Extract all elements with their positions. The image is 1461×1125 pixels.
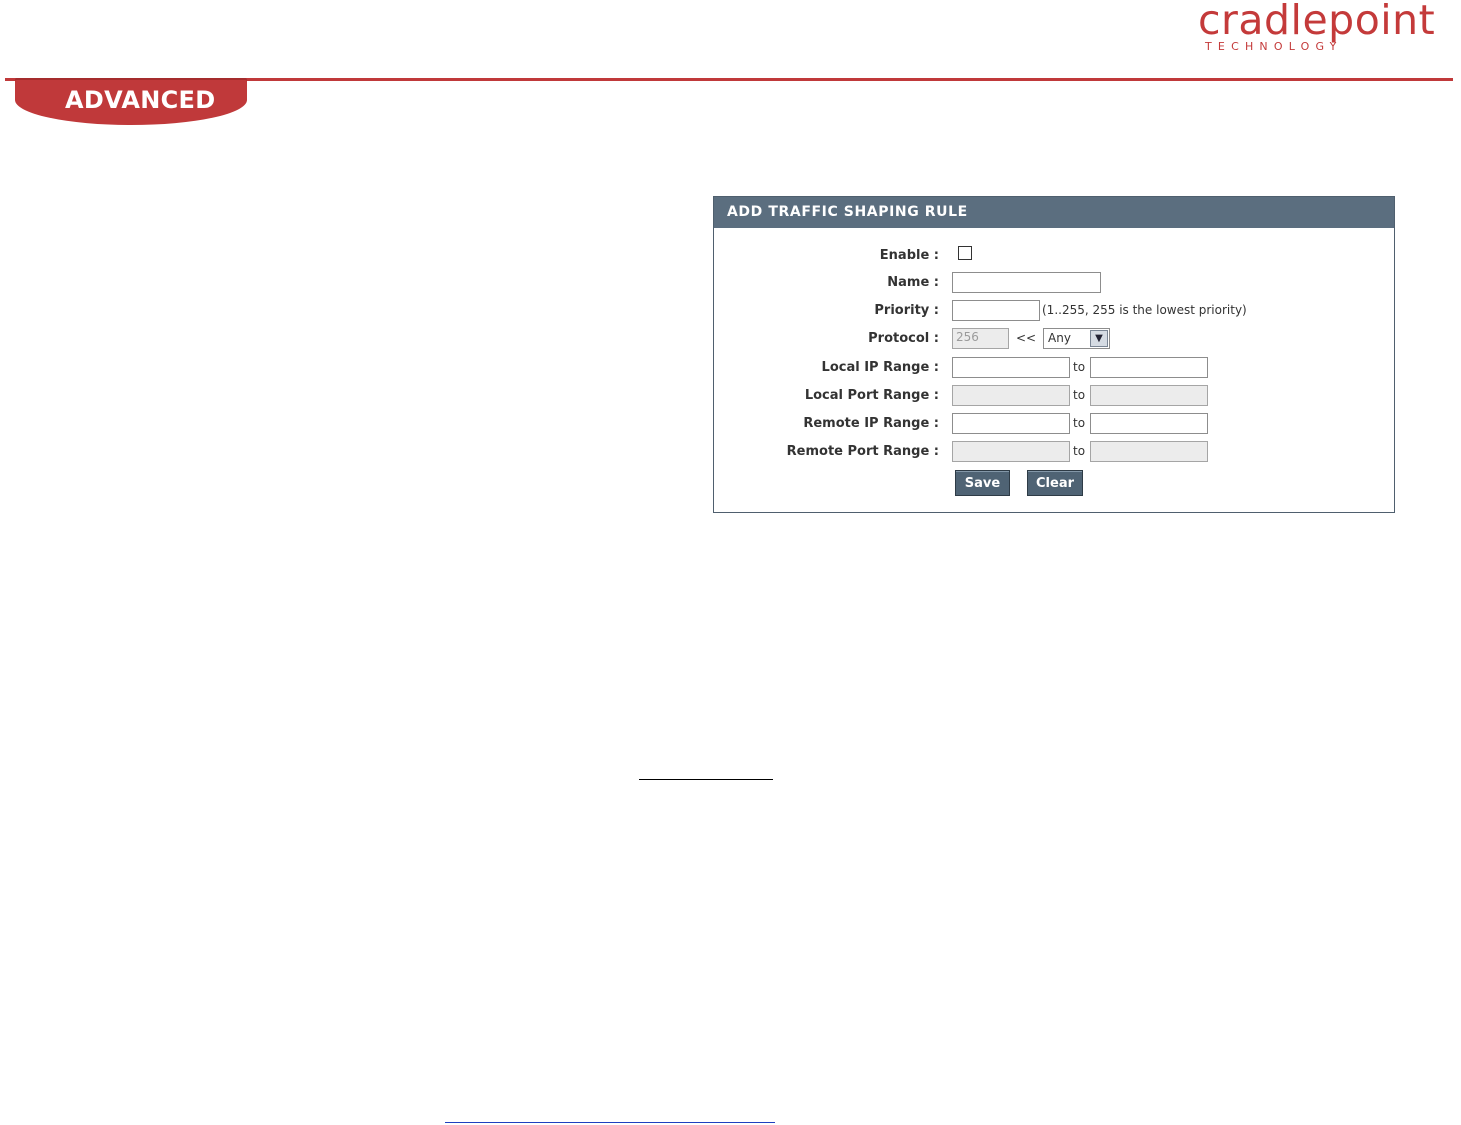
to-label: to xyxy=(1073,388,1086,402)
priority-row: Priority : (1..255, 255 is the lowest pr… xyxy=(714,299,1394,325)
advanced-tab-label: ADVANCED xyxy=(65,86,216,114)
logo-tagline: TECHNOLOGY xyxy=(1205,40,1343,53)
save-button[interactable]: Save xyxy=(955,470,1010,496)
remote-port-row: Remote Port Range : to xyxy=(714,440,1394,466)
remote-port-label: Remote Port Range : xyxy=(786,444,939,459)
remote-ip-end-input[interactable] xyxy=(1090,413,1208,434)
to-label: to xyxy=(1073,444,1086,458)
protocol-select[interactable]: Any ▼ xyxy=(1043,328,1110,349)
enable-checkbox[interactable] xyxy=(958,246,972,260)
chevron-down-icon[interactable]: ▼ xyxy=(1090,330,1108,347)
add-traffic-shaping-rule-panel: ADD TRAFFIC SHAPING RULE Enable : Name :… xyxy=(713,196,1395,513)
to-label: to xyxy=(1073,416,1086,430)
remote-port-end-input[interactable] xyxy=(1090,441,1208,462)
local-ip-start-input[interactable] xyxy=(952,357,1070,378)
protocol-arrows: << xyxy=(1016,331,1037,345)
priority-hint: (1..255, 255 is the lowest priority) xyxy=(1042,303,1247,317)
name-label: Name : xyxy=(887,275,939,290)
protocol-row: Protocol : 256 << Any ▼ xyxy=(714,327,1394,353)
enable-label: Enable : xyxy=(879,248,939,263)
local-port-label: Local Port Range : xyxy=(804,388,939,403)
button-row: Save Clear xyxy=(714,470,1394,496)
remote-ip-label: Remote IP Range : xyxy=(803,416,939,431)
local-port-end-input[interactable] xyxy=(1090,385,1208,406)
cradlepoint-logo: cradlepoint TECHNOLOGY xyxy=(1198,0,1448,60)
local-ip-label: Local IP Range : xyxy=(821,360,939,375)
name-row: Name : xyxy=(714,271,1394,297)
local-ip-row: Local IP Range : to xyxy=(714,356,1394,382)
local-ip-end-input[interactable] xyxy=(1090,357,1208,378)
remote-ip-start-input[interactable] xyxy=(952,413,1070,434)
enable-row: Enable : xyxy=(714,244,1394,270)
protocol-number-input[interactable]: 256 xyxy=(952,328,1009,349)
local-port-start-input[interactable] xyxy=(952,385,1070,406)
clear-button[interactable]: Clear xyxy=(1027,470,1083,496)
priority-label: Priority : xyxy=(874,303,939,318)
protocol-select-value: Any xyxy=(1048,331,1071,345)
remote-port-start-input[interactable] xyxy=(952,441,1070,462)
name-input[interactable] xyxy=(952,272,1101,293)
divider-line xyxy=(639,779,773,780)
local-port-row: Local Port Range : to xyxy=(714,384,1394,410)
priority-input[interactable] xyxy=(952,300,1040,321)
link-underline xyxy=(445,1122,775,1123)
remote-ip-row: Remote IP Range : to xyxy=(714,412,1394,438)
protocol-label: Protocol : xyxy=(868,331,939,346)
panel-title: ADD TRAFFIC SHAPING RULE xyxy=(714,197,1394,229)
to-label: to xyxy=(1073,360,1086,374)
